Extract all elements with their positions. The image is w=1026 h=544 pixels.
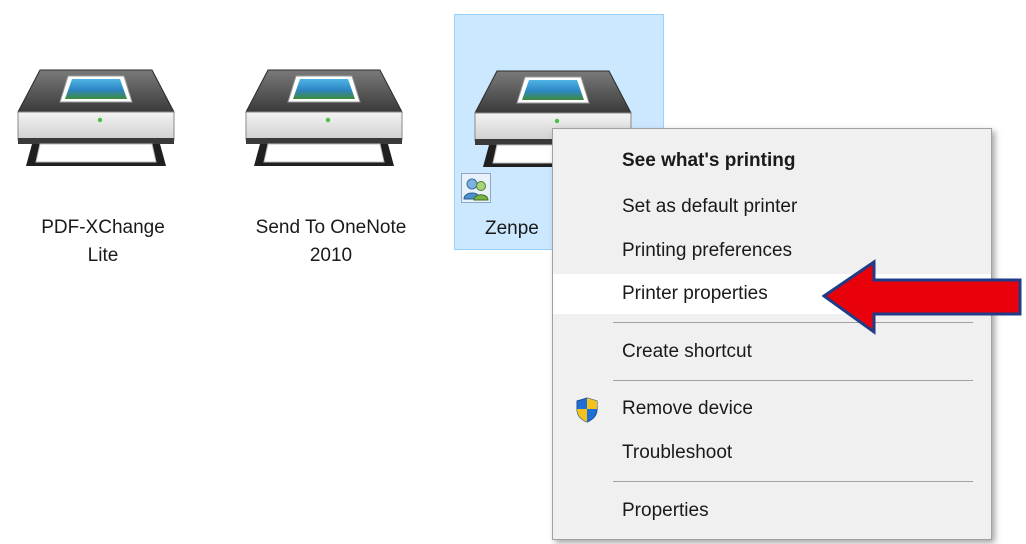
- uac-shield-icon: [576, 397, 598, 423]
- printer-tile-send-to-onenote[interactable]: Send To OneNote 2010: [222, 14, 432, 266]
- printer-label-line-1: PDF-XChange: [41, 217, 165, 238]
- printer-icon: [234, 62, 414, 182]
- menu-item-label: Remove device: [622, 398, 753, 419]
- menu-item-properties[interactable]: Properties: [553, 491, 991, 531]
- printer-label-line-2: 2010: [309, 245, 353, 266]
- printer-tile-pdf-xchange[interactable]: PDF-XChange Lite: [0, 14, 210, 266]
- red-arrow-icon: [822, 259, 1022, 335]
- menu-item-set-default-printer[interactable]: Set as default printer: [553, 187, 991, 227]
- menu-item-create-shortcut[interactable]: Create shortcut: [553, 332, 991, 372]
- printer-label: Send To OneNote 2010: [226, 214, 436, 270]
- menu-item-see-whats-printing[interactable]: See what's printing: [553, 141, 991, 181]
- printer-label: PDF-XChange Lite: [0, 214, 208, 270]
- printer-icon: [6, 62, 186, 182]
- menu-item-troubleshoot[interactable]: Troubleshoot: [553, 433, 991, 473]
- printer-label-line-1: Send To OneNote: [255, 217, 407, 238]
- menu-separator: [613, 481, 973, 482]
- menu-item-remove-device[interactable]: Remove device: [553, 389, 991, 429]
- printer-label-line-2: Lite: [87, 245, 119, 266]
- shared-users-icon: [461, 173, 491, 203]
- menu-separator: [613, 380, 973, 381]
